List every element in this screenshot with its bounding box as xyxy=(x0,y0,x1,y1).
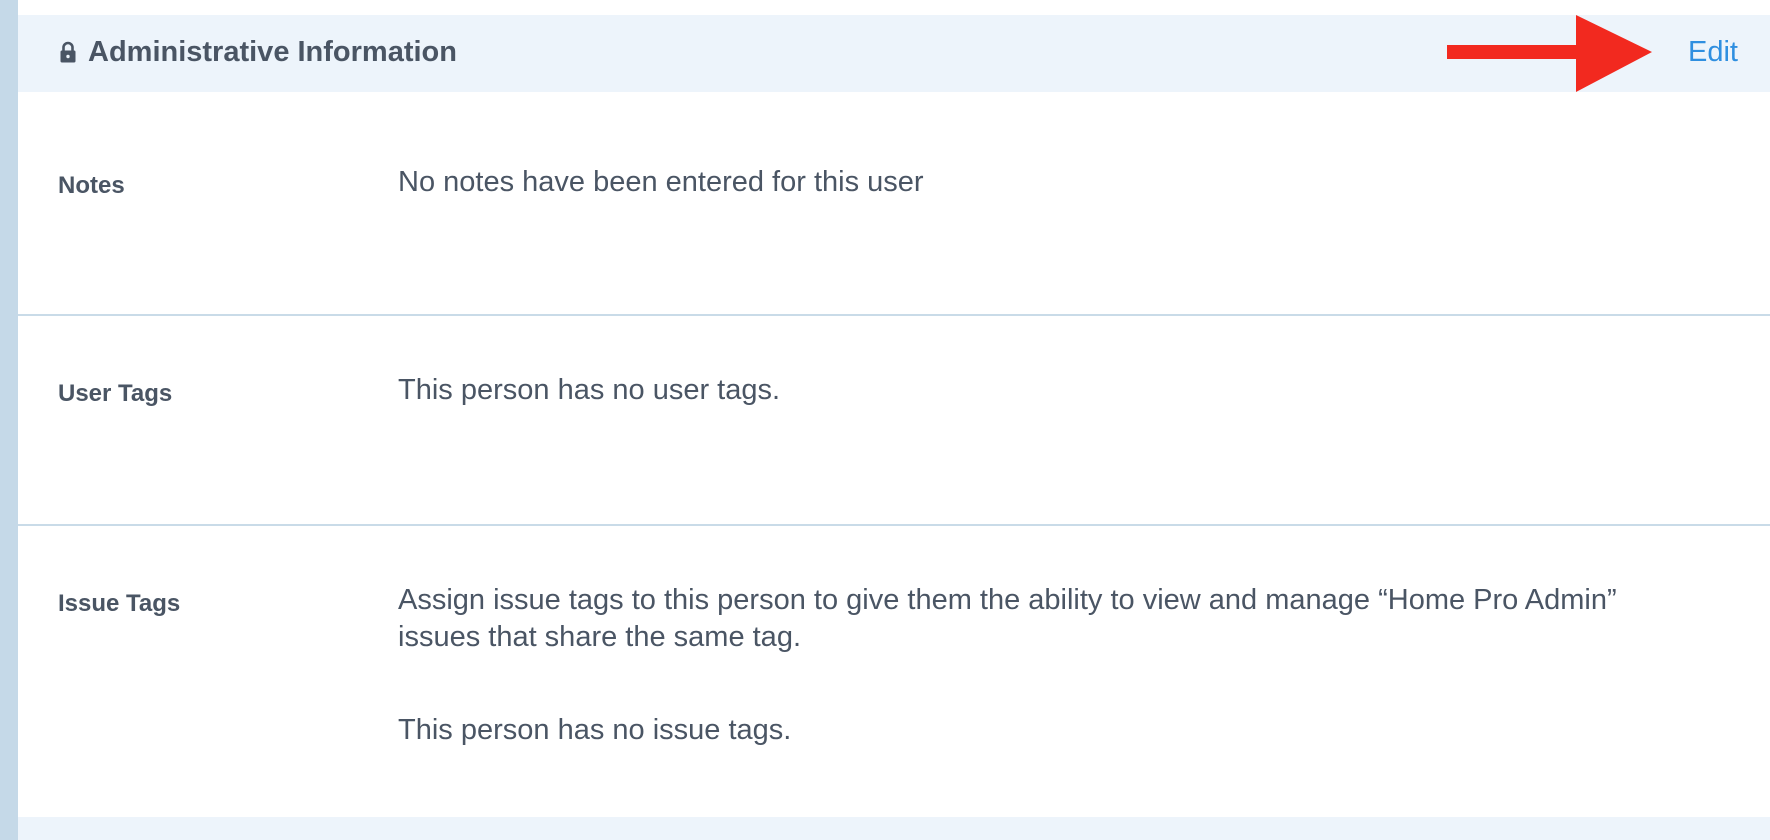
notes-value: No notes have been entered for this user xyxy=(398,166,924,198)
user-tags-row: User Tags This person has no user tags. xyxy=(18,316,1770,526)
panel-header: Administrative Information Edit xyxy=(18,15,1770,92)
issue-tags-label: Issue Tags xyxy=(58,590,181,617)
panel-title: Administrative Information xyxy=(88,36,457,68)
lock-icon xyxy=(60,41,76,63)
issue-tags-description: Assign issue tags to this person to give… xyxy=(398,584,1617,653)
issue-tags-row: Issue Tags Assign issue tags to this per… xyxy=(18,526,1770,817)
arrow-right-icon xyxy=(1447,15,1652,92)
user-tags-value: This person has no user tags. xyxy=(398,374,781,406)
left-rail xyxy=(0,0,18,840)
notes-row: Notes No notes have been entered for thi… xyxy=(18,92,1770,316)
administrative-information-panel: Administrative Information Edit Notes No… xyxy=(18,15,1770,840)
top-strip xyxy=(18,0,1770,15)
notes-label: Notes xyxy=(58,172,125,199)
issue-tags-value: This person has no issue tags. xyxy=(398,714,792,746)
edit-button[interactable]: Edit xyxy=(1688,34,1738,70)
footer-strip xyxy=(18,817,1770,840)
user-tags-label: User Tags xyxy=(58,380,173,407)
